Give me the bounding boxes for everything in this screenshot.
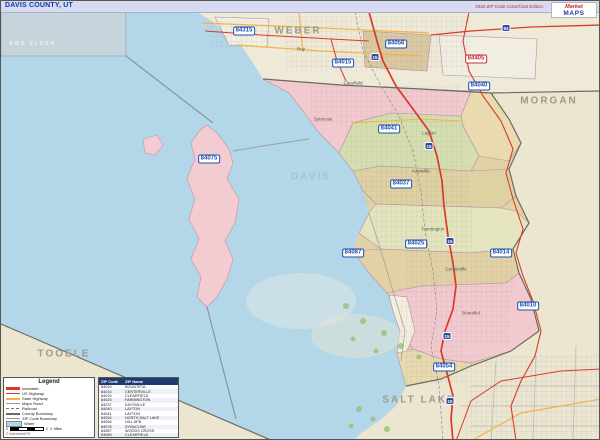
legend-swatch [6,392,20,395]
scale-bar [9,426,44,432]
zip-code-cell: 84010 [101,385,112,390]
zip-code-cell: 84014 [101,389,112,394]
lake-sandbar [311,314,401,358]
zip-code-cell: 84087 [101,429,112,434]
zip-name-cell: NORTH SALT LAKE [125,415,160,420]
map-title: DAVIS COUNTY, UT [5,2,74,9]
zip-code-cell: 84037 [101,402,112,407]
zip-name-cell: LAYTON [125,407,140,412]
legend-swatch [6,417,20,420]
scale-tick: 4 [49,427,52,431]
zip-name-cell: WOODS CROSS [125,429,155,434]
edition-label: 2020 ZIP Code Color/Cast Edition [475,3,543,9]
logo-line2: MAPS [563,10,585,17]
legend-swatch [6,397,20,400]
table-header-row: ZIP Code ZIP Name [99,378,178,385]
legend-swatch [6,387,20,390]
box-elder-area [1,11,127,57]
zip-name-header: ZIP Name [125,379,144,384]
base-map [1,1,599,439]
zip-code-table: ZIP Code ZIP Name 84010 BOUNTIFUL 84014 … [98,377,179,438]
legend-swatch [6,412,20,415]
map-poster: DAVIS COUNTY, UT 2020 ZIP Code Color/Cas… [0,0,600,440]
publisher-logo: Market MAPS [551,2,597,18]
legend-item-label: Water [24,421,35,426]
zip-code-cell: 84054 [101,415,112,420]
legend-swatch [6,420,22,427]
copyright-text: © MarketMAPS [6,432,31,436]
table-body: 84010 BOUNTIFUL 84014 CENTERVILLE 84015 … [99,385,178,437]
scale-tick: 0 [6,427,8,431]
zip-name-cell: CLEARFIELD [125,433,149,438]
zip-code-cell: 84056 [101,420,112,425]
zip-code-cell: 84089 [101,433,112,438]
zip-name-cell: SYRACUSE [125,424,146,429]
zip-name-cell: KAYSVILLE [125,402,146,407]
legend-title: Legend [38,379,60,385]
legend-items: Interstate US Highway State Highway Majo… [6,386,92,427]
scale-tick: 2 [45,427,48,431]
zip-code-header: ZIP Code [101,379,119,384]
table-row: 84089 CLEARFIELD [99,433,178,437]
zip-code-cell: 84025 [101,398,112,403]
zip-name-cell: HILL AFB [125,420,142,425]
zip-name-cell: BOUNTIFUL [125,385,147,390]
zip-name-cell: FARMINGTON [125,398,151,403]
legend-swatch [6,407,20,410]
zip-code-cell: 84040 [101,407,112,412]
zip-name-cell: CENTERVILLE [125,389,151,394]
zip-code-cell: 84041 [101,411,112,416]
scale-unit-label: Miles [53,427,63,431]
zip-name-cell: LAYTON [125,411,140,416]
zip-name-cell: CLEARFIELD [125,393,149,398]
zip-code-cell: 84075 [101,424,112,429]
legend-box: Legend Interstate US Highway State Highw… [3,377,95,438]
legend-swatch [6,402,20,405]
zip-code-cell: 84015 [101,393,112,398]
header-bar: DAVIS COUNTY, UT 2020 ZIP Code Color/Cas… [1,1,599,13]
